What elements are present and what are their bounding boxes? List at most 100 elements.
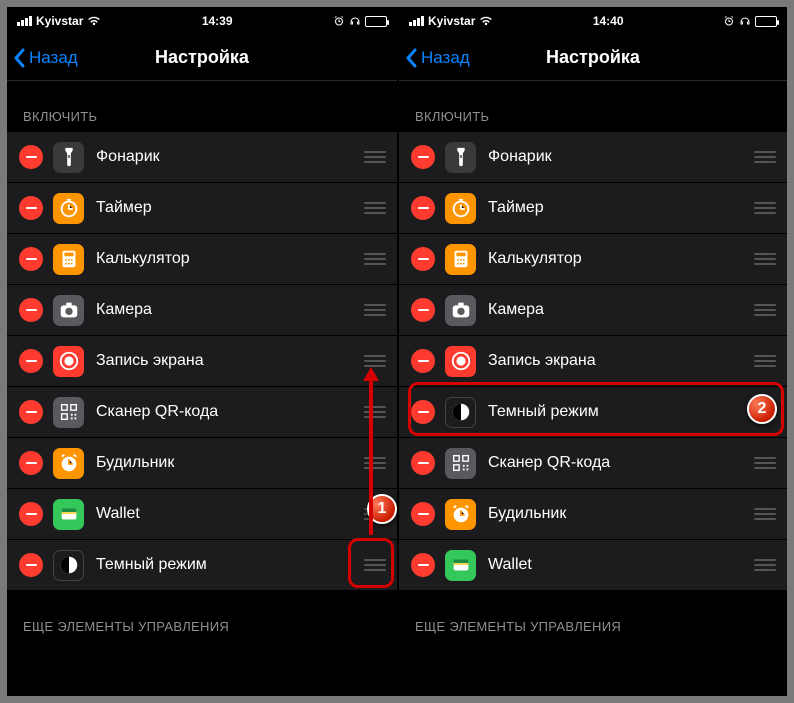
control-label: Камера [96, 301, 361, 319]
drag-handle[interactable] [361, 301, 389, 319]
remove-button[interactable] [411, 553, 435, 577]
remove-button[interactable] [19, 502, 43, 526]
control-row[interactable]: Калькулятор [7, 234, 397, 285]
minus-icon [26, 411, 37, 413]
wifi-icon [87, 16, 101, 26]
drag-handle[interactable] [361, 199, 389, 217]
control-row[interactable]: Фонарик [399, 132, 787, 183]
back-button[interactable]: Назад [13, 35, 78, 80]
drag-handle[interactable] [361, 148, 389, 166]
control-label: Запись экрана [96, 352, 361, 370]
drag-handle[interactable] [751, 199, 779, 217]
drag-handle[interactable] [361, 556, 389, 574]
control-row[interactable]: Wallet [7, 489, 397, 540]
remove-button[interactable] [19, 400, 43, 424]
control-row[interactable]: Фонарик [7, 132, 397, 183]
minus-icon [26, 513, 37, 515]
remove-button[interactable] [411, 145, 435, 169]
drag-handle[interactable] [751, 454, 779, 472]
flashlight-icon [445, 142, 476, 173]
nav-bar: Назад Настройка [399, 35, 787, 81]
minus-icon [26, 360, 37, 362]
drag-handle[interactable] [751, 505, 779, 523]
minus-icon [26, 156, 37, 158]
control-row[interactable]: Wallet [399, 540, 787, 591]
control-label: Темный режим [488, 403, 751, 421]
battery-icon [365, 16, 387, 27]
page-title: Настройка [155, 47, 249, 68]
drag-handle[interactable] [361, 352, 389, 370]
control-row[interactable]: Темный режим [7, 540, 397, 591]
control-row[interactable]: Запись экрана [399, 336, 787, 387]
remove-button[interactable] [19, 298, 43, 322]
control-row[interactable]: Камера [7, 285, 397, 336]
remove-button[interactable] [411, 247, 435, 271]
minus-icon [418, 207, 429, 209]
drag-handle[interactable] [361, 403, 389, 421]
section-header-more: ЕЩЕ ЭЛЕМЕНТЫ УПРАВЛЕНИЯ [399, 591, 787, 642]
control-label: Wallet [96, 505, 361, 523]
minus-icon [26, 462, 37, 464]
control-row[interactable]: Таймер [399, 183, 787, 234]
calc-icon [445, 244, 476, 275]
remove-button[interactable] [411, 400, 435, 424]
drag-handle[interactable] [751, 403, 779, 421]
drag-handle[interactable] [751, 148, 779, 166]
control-label: Запись экрана [488, 352, 751, 370]
clock-label: 14:39 [202, 14, 233, 28]
control-row[interactable]: Сканер QR-кода [7, 387, 397, 438]
remove-button[interactable] [411, 196, 435, 220]
wallet-icon [53, 499, 84, 530]
drag-handle[interactable] [361, 454, 389, 472]
signal-icon [17, 16, 32, 26]
darkmode-icon [53, 550, 84, 581]
section-header-include: ВКЛЮЧИТЬ [399, 81, 787, 132]
control-row[interactable]: Запись экрана [7, 336, 397, 387]
drag-handle[interactable] [751, 352, 779, 370]
remove-button[interactable] [19, 247, 43, 271]
drag-handle[interactable] [361, 250, 389, 268]
signal-icon [409, 16, 424, 26]
alarm-status-icon [723, 15, 735, 27]
remove-button[interactable] [411, 349, 435, 373]
back-button[interactable]: Назад [405, 35, 470, 80]
qr-icon [53, 397, 84, 428]
drag-handle[interactable] [361, 505, 389, 523]
phone-right: Kyivstar 14:40 Назад Настройка ВКЛЮЧИТЬ … [397, 7, 787, 696]
qr-icon [445, 448, 476, 479]
drag-handle[interactable] [751, 556, 779, 574]
control-row[interactable]: Будильник [399, 489, 787, 540]
calc-icon [53, 244, 84, 275]
minus-icon [418, 258, 429, 260]
darkmode-icon [445, 397, 476, 428]
remove-button[interactable] [19, 451, 43, 475]
control-label: Таймер [96, 199, 361, 217]
control-row[interactable]: Камера [399, 285, 787, 336]
control-label: Фонарик [488, 148, 751, 166]
remove-button[interactable] [19, 196, 43, 220]
back-label: Назад [29, 48, 78, 68]
control-label: Камера [488, 301, 751, 319]
phone-left: Kyivstar 14:39 Назад Настройка ВКЛЮЧИТЬ … [7, 7, 397, 696]
minus-icon [26, 207, 37, 209]
alarm-status-icon [333, 15, 345, 27]
remove-button[interactable] [411, 502, 435, 526]
remove-button[interactable] [19, 553, 43, 577]
control-row[interactable]: Калькулятор [399, 234, 787, 285]
timer-icon [445, 193, 476, 224]
control-label: Фонарик [96, 148, 361, 166]
control-row[interactable]: Таймер [7, 183, 397, 234]
headphones-icon [349, 15, 361, 27]
remove-button[interactable] [411, 298, 435, 322]
minus-icon [418, 411, 429, 413]
control-row[interactable]: Сканер QR-кода [399, 438, 787, 489]
drag-handle[interactable] [751, 301, 779, 319]
control-row[interactable]: Темный режим [399, 387, 787, 438]
remove-button[interactable] [411, 451, 435, 475]
remove-button[interactable] [19, 349, 43, 373]
remove-button[interactable] [19, 145, 43, 169]
control-row[interactable]: Будильник [7, 438, 397, 489]
nav-bar: Назад Настройка [7, 35, 397, 81]
drag-handle[interactable] [751, 250, 779, 268]
controls-list: Фонарик ТаймерКалькулятор Камера Запись экр… [399, 132, 787, 591]
